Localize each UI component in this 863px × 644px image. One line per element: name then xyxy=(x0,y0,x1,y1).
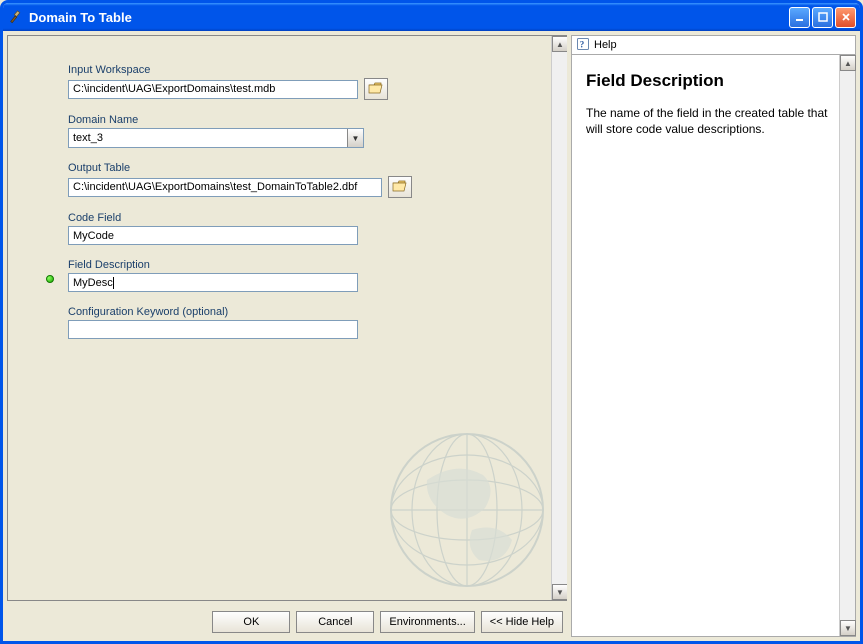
form-scrollbar[interactable]: ▲ ▼ xyxy=(551,36,567,600)
help-scrollbar[interactable]: ▲ ▼ xyxy=(839,55,855,636)
dialog-window: Domain To Table Input Workspace xyxy=(0,0,863,644)
help-text: The name of the field in the created tab… xyxy=(586,105,841,137)
help-panel: ? Help Field Description The name of the… xyxy=(571,35,856,637)
dialog-button-row: OK Cancel Environments... << Hide Help xyxy=(3,605,571,641)
close-button[interactable] xyxy=(835,7,856,28)
globe-watermark-icon xyxy=(387,430,547,590)
scroll-up-icon[interactable]: ▲ xyxy=(552,36,567,52)
domain-name-select[interactable]: text_3 ▼ xyxy=(68,128,364,148)
environments-button[interactable]: Environments... xyxy=(380,611,474,633)
field-description-label: Field Description xyxy=(68,259,547,271)
config-keyword-label: Configuration Keyword (optional) xyxy=(68,306,547,318)
code-field-input[interactable] xyxy=(68,226,358,245)
hide-help-button[interactable]: << Hide Help xyxy=(481,611,563,633)
cancel-button[interactable]: Cancel xyxy=(296,611,374,633)
code-field-label: Code Field xyxy=(68,212,547,224)
code-field-group: Code Field xyxy=(68,212,547,245)
domain-name-label: Domain Name xyxy=(68,114,547,126)
titlebar[interactable]: Domain To Table xyxy=(3,3,860,31)
field-description-input[interactable]: MyDesc xyxy=(68,273,358,292)
input-workspace-group: Input Workspace xyxy=(68,64,547,100)
domain-name-group: Domain Name text_3 ▼ xyxy=(68,114,547,148)
output-table-field[interactable] xyxy=(68,178,382,197)
output-table-browse-button[interactable] xyxy=(388,176,412,198)
domain-name-value: text_3 xyxy=(73,132,103,144)
scroll-up-icon[interactable]: ▲ xyxy=(840,55,856,71)
input-workspace-browse-button[interactable] xyxy=(364,78,388,100)
config-keyword-group: Configuration Keyword (optional) xyxy=(68,306,547,339)
help-title: Field Description xyxy=(586,71,841,91)
help-header-label: Help xyxy=(594,39,617,51)
minimize-button[interactable] xyxy=(789,7,810,28)
svg-text:?: ? xyxy=(580,39,585,49)
input-workspace-field[interactable] xyxy=(68,80,358,99)
help-header: ? Help xyxy=(571,35,856,55)
config-keyword-input[interactable] xyxy=(68,320,358,339)
folder-open-icon xyxy=(392,179,408,196)
form-scroll-area: Input Workspace Domain Name text_3 xyxy=(7,35,567,601)
input-workspace-label: Input Workspace xyxy=(68,64,547,76)
maximize-button[interactable] xyxy=(812,7,833,28)
help-icon: ? xyxy=(576,37,590,54)
form-panel: Input Workspace Domain Name text_3 xyxy=(3,31,571,641)
output-table-group: Output Table xyxy=(68,162,547,198)
field-description-group: Field Description MyDesc xyxy=(68,259,547,292)
window-title: Domain To Table xyxy=(29,10,789,25)
output-table-label: Output Table xyxy=(68,162,547,174)
content-area: Input Workspace Domain Name text_3 xyxy=(3,31,860,641)
scroll-down-icon[interactable]: ▼ xyxy=(552,584,567,600)
help-body: Field Description The name of the field … xyxy=(571,55,856,637)
scroll-down-icon[interactable]: ▼ xyxy=(840,620,856,636)
ok-button[interactable]: OK xyxy=(212,611,290,633)
active-field-indicator-icon xyxy=(46,275,54,283)
chevron-down-icon: ▼ xyxy=(347,129,363,147)
folder-open-icon xyxy=(368,81,384,98)
hammer-icon xyxy=(9,9,25,25)
